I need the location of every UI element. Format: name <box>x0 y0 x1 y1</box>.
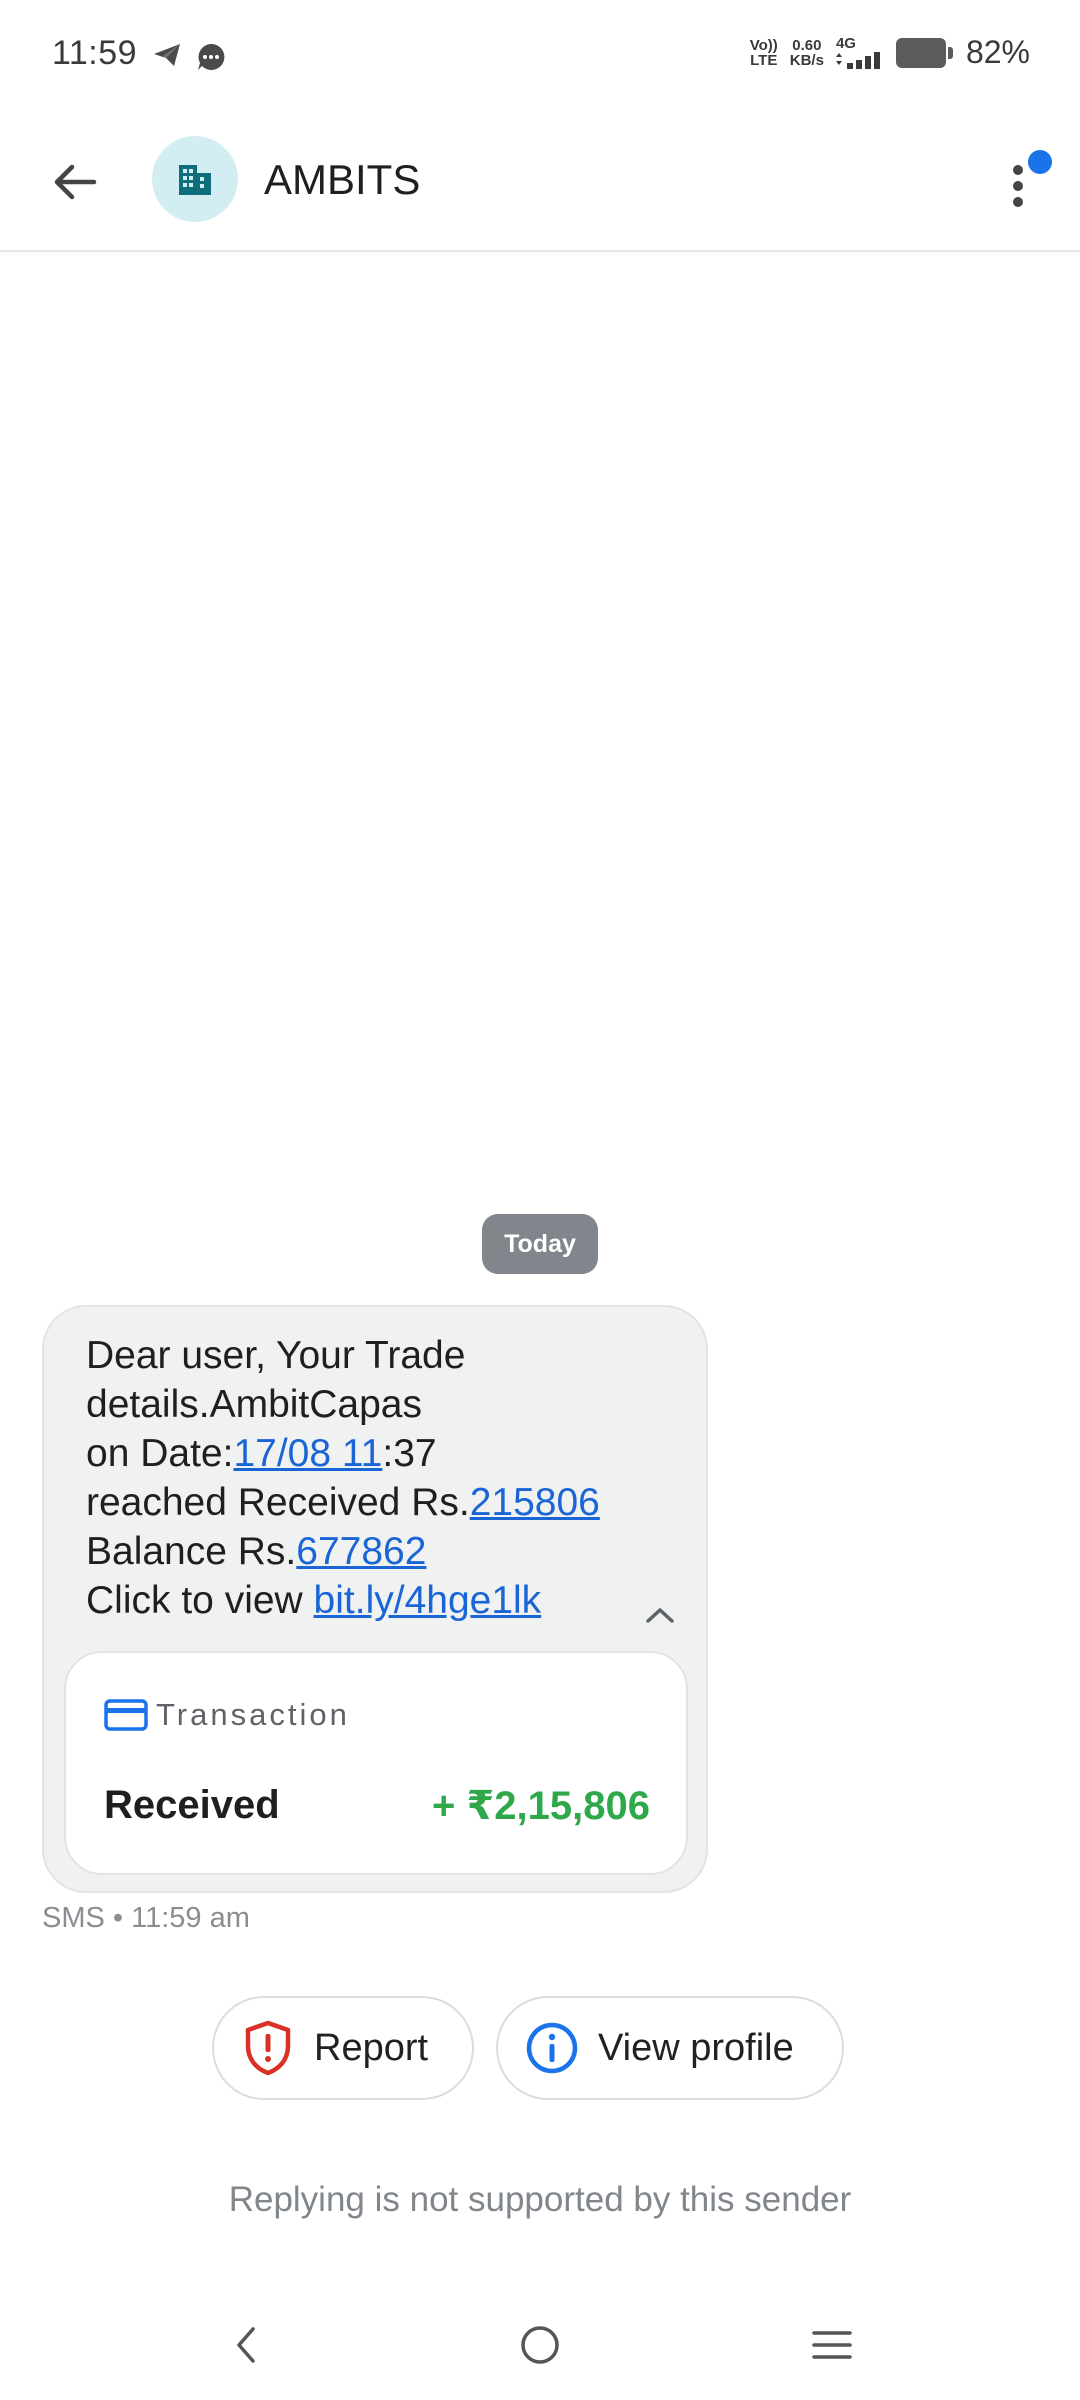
report-label: Report <box>314 2026 429 2069</box>
transaction-card[interactable]: Transaction Received + ₹2,15,806 <box>64 1651 688 1875</box>
system-nav-bar <box>0 2290 1080 2400</box>
sender-name: AMBITS <box>264 156 421 203</box>
more-vert-icon <box>1013 165 1023 207</box>
transaction-type: Received <box>104 1783 280 1827</box>
telegram-icon <box>152 42 182 73</box>
transaction-card-header: Transaction <box>104 1697 350 1733</box>
building-icon <box>179 165 211 195</box>
transaction-card-title: Transaction <box>156 1697 350 1732</box>
nav-back-button[interactable] <box>206 2310 286 2380</box>
nav-home-icon <box>521 2326 559 2364</box>
arrow-back-icon <box>54 164 97 200</box>
view-profile-label: View profile <box>598 2026 794 2069</box>
signal-indicator: 4G <box>835 35 884 69</box>
date-link[interactable]: 17/08 11 <box>233 1432 382 1475</box>
signal-icon <box>835 52 880 69</box>
screen: 11:59 Vo)) LTE 0.60 KB/s 4G 82% AMBITS T… <box>0 0 1080 2400</box>
status-indicators: Vo)) LTE 0.60 KB/s 4G 82% <box>750 34 1030 71</box>
nav-menu-icon <box>812 2331 852 2359</box>
nav-back-icon <box>237 2327 255 2363</box>
report-shield-icon <box>240 2020 296 2076</box>
volte-indicator: Vo)) LTE <box>749 36 778 69</box>
message-text: Dear user, Your Trade details.AmbitCapas… <box>86 1334 600 1622</box>
sender-avatar[interactable] <box>152 136 238 222</box>
received-amount-link[interactable]: 215806 <box>470 1481 600 1524</box>
info-icon <box>524 2020 580 2076</box>
conversation-app-bar: AMBITS <box>0 112 1080 252</box>
date-divider-chip: Today <box>482 1214 598 1274</box>
network-speed: 0.60 KB/s <box>789 36 824 69</box>
report-button[interactable]: Report <box>212 1996 474 2100</box>
status-bar: 11:59 Vo)) LTE 0.60 KB/s 4G 82% <box>0 0 1080 112</box>
nav-recents-button[interactable] <box>792 2310 872 2380</box>
chevron-up-icon <box>646 1608 674 1623</box>
collapse-details-button[interactable] <box>632 1587 688 1643</box>
message-meta: SMS • 11:59 am <box>42 1902 250 1934</box>
view-profile-button[interactable]: View profile <box>496 1996 844 2100</box>
chat-bubble-icon <box>196 42 226 77</box>
transaction-amount: + ₹2,15,806 <box>431 1784 650 1828</box>
credit-card-icon <box>104 1699 148 1731</box>
battery-level: 82% <box>965 34 1030 70</box>
message-bubble[interactable]: Dear user, Your Trade details.AmbitCapas… <box>42 1305 708 1893</box>
more-options-button[interactable] <box>980 140 1060 220</box>
notification-dot <box>1028 150 1052 174</box>
short-url-link[interactable]: bit.ly/4hge1lk <box>314 1579 542 1622</box>
balance-amount-link[interactable]: 677862 <box>296 1530 426 1573</box>
reply-not-supported-note: Replying is not supported by this sender <box>228 2180 852 2219</box>
status-time: 11:59 <box>52 34 138 72</box>
network-type: 4G <box>835 35 856 52</box>
back-button[interactable] <box>36 144 112 220</box>
nav-home-button[interactable] <box>500 2310 580 2380</box>
battery-icon <box>895 37 953 68</box>
